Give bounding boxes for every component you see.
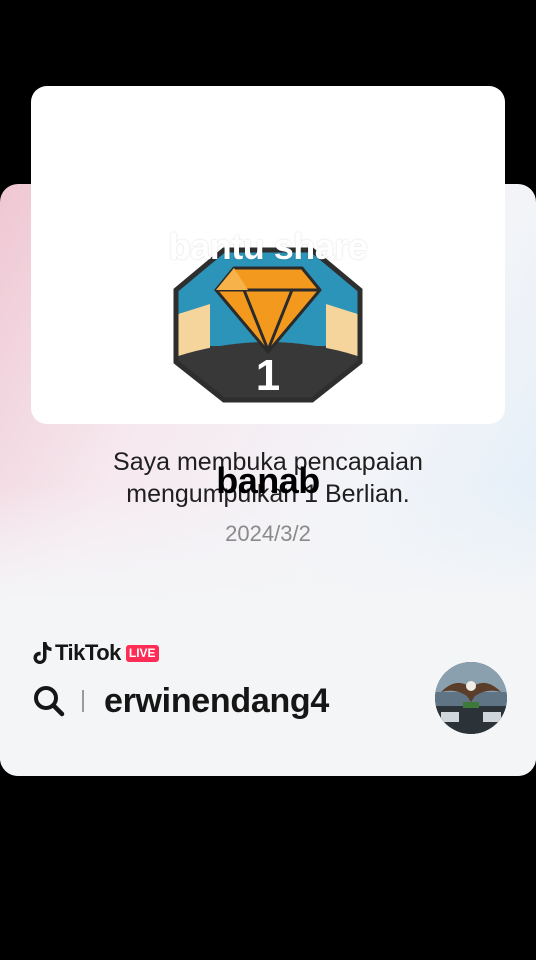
tiktok-wordmark: TikTok	[55, 640, 121, 665]
search-icon[interactable]	[32, 684, 66, 718]
avatar[interactable]	[435, 662, 507, 734]
badge-number: 1	[256, 351, 280, 400]
tiktok-logo-icon	[33, 642, 52, 664]
achievement-date: 2024/3/2	[225, 521, 311, 546]
search-row[interactable]: erwinendang4	[32, 680, 329, 722]
avatar-image	[435, 662, 507, 734]
achievement-badge: 1	[173, 247, 363, 403]
username-text[interactable]: erwinendang4	[104, 682, 329, 721]
overlay-caption-top: bantu share	[168, 226, 368, 267]
live-badge: LIVE	[125, 644, 159, 662]
tiktok-live-brand: TikTok LIVE	[32, 640, 159, 666]
overlay-caption-middle: banab	[216, 460, 320, 501]
search-divider	[82, 690, 84, 712]
